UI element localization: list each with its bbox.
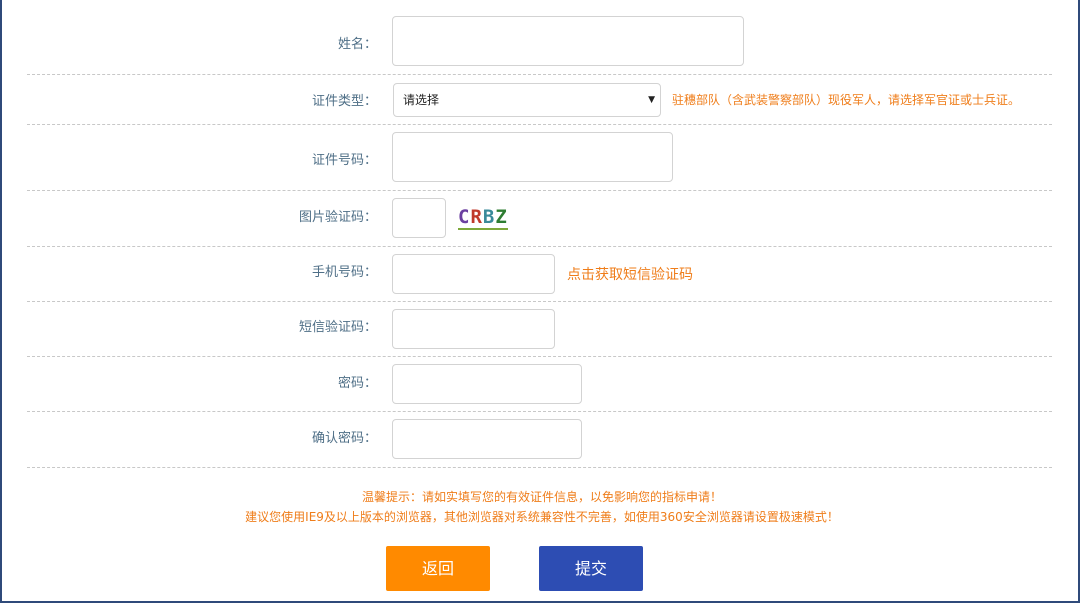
sms-code-label: 短信验证码： xyxy=(298,320,377,335)
id-type-note: 驻穗部队（含武装警察部队）现役军人，请选择军官证或士兵证。 xyxy=(672,93,1021,107)
id-type-label: 证件类型： xyxy=(311,94,377,109)
tip-line-2: 建议您使用IE9及以上版本的浏览器，其他浏览器对系统兼容性不完善，如使用360安… xyxy=(245,510,839,524)
back-button[interactable]: 返回 xyxy=(386,546,490,591)
id-type-selected-value: 请选择 xyxy=(403,93,440,107)
divider xyxy=(27,356,1052,357)
divider xyxy=(27,74,1052,75)
divider xyxy=(27,246,1052,247)
divider xyxy=(27,190,1052,191)
phone-input[interactable] xyxy=(392,254,555,294)
id-number-label: 证件号码： xyxy=(311,153,377,168)
submit-button[interactable]: 提交 xyxy=(539,546,643,591)
password-label: 密码： xyxy=(337,376,377,391)
captcha-input[interactable] xyxy=(392,198,446,238)
chevron-down-icon: ▼ xyxy=(648,95,655,105)
id-type-select[interactable]: 请选择 ▼ xyxy=(393,83,661,117)
confirm-password-label: 确认密码： xyxy=(311,431,377,446)
confirm-password-input[interactable] xyxy=(392,419,582,459)
id-number-input[interactable] xyxy=(392,132,673,182)
registration-form-frame: 姓名： 证件类型： 请选择 ▼ 驻穗部队（含武装警察部队）现役军人，请选择军官证… xyxy=(0,0,1080,603)
divider xyxy=(27,301,1052,302)
captcha-label: 图片验证码： xyxy=(298,210,377,225)
name-label: 姓名： xyxy=(337,37,377,52)
tip-line-1: 温馨提示：请如实填写您的有效证件信息，以免影响您的指标申请！ xyxy=(361,490,722,504)
divider xyxy=(27,467,1052,468)
divider xyxy=(27,411,1052,412)
sms-code-input[interactable] xyxy=(392,309,555,349)
get-sms-code-link[interactable]: 点击获取短信验证码 xyxy=(567,264,693,284)
captcha-image[interactable]: CRBZ xyxy=(458,206,508,230)
name-input[interactable] xyxy=(392,16,744,66)
password-input[interactable] xyxy=(392,364,582,404)
divider xyxy=(27,124,1052,125)
phone-label: 手机号码： xyxy=(311,265,377,280)
